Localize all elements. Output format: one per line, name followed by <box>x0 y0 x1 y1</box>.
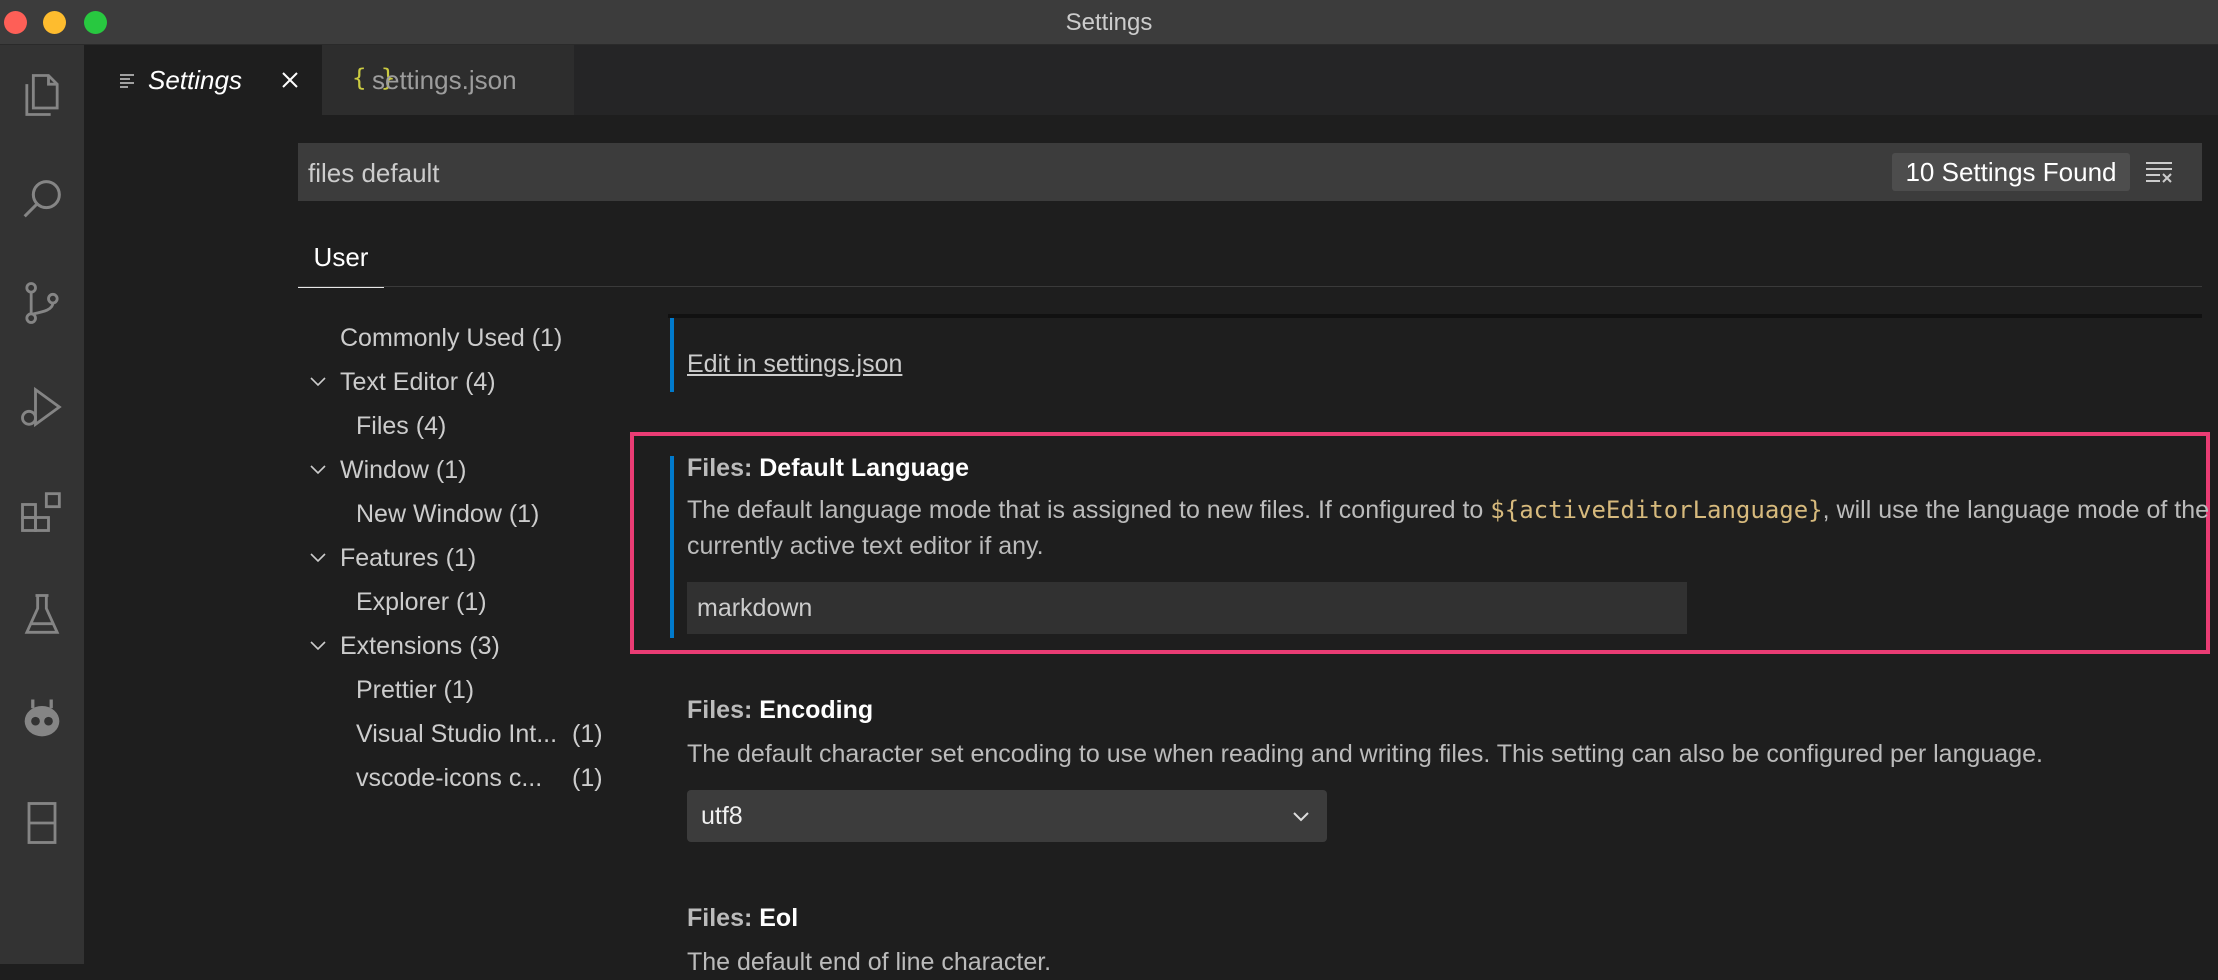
tab-json-label: settings.json <box>372 65 517 95</box>
encoding-select-value: utf8 <box>701 801 743 830</box>
toc-item-files[interactable]: Files (4) <box>356 412 446 441</box>
chevron-down-icon[interactable] <box>307 547 329 569</box>
toc-item-extensions[interactable]: Extensions (3) <box>340 632 500 661</box>
setting-description-encoding: The default character set encoding to us… <box>687 740 2043 768</box>
setting-description-default-language: The default language mode that is assign… <box>687 496 2210 560</box>
encoding-select[interactable]: utf8 <box>687 790 1327 842</box>
scroll-shadow <box>668 314 2202 318</box>
scope-divider <box>298 286 2202 287</box>
activity-bar <box>0 45 84 964</box>
edit-in-settings-json-link[interactable]: Edit in settings.json <box>687 350 902 379</box>
result-count-badge: 10 Settings Found <box>1892 153 2130 191</box>
toc-item-visual-studio-int[interactable]: Visual Studio Int... <box>356 720 557 749</box>
source-control-icon[interactable] <box>12 273 72 333</box>
toc-count: (1) <box>572 720 603 748</box>
focus-indicator-bar <box>670 318 674 392</box>
toc-item-window[interactable]: Window (1) <box>340 456 466 485</box>
chevron-down-icon[interactable] <box>307 371 329 393</box>
scope-tab-user[interactable]: User <box>298 228 384 288</box>
window-title: Settings <box>1065 9 1153 36</box>
tab-settings-json[interactable]: { } settings.json <box>322 45 574 115</box>
toc-item-text-editor[interactable]: Text Editor (4) <box>340 368 496 397</box>
toc-item-features[interactable]: Features (1) <box>340 544 476 573</box>
extensions-icon[interactable] <box>12 481 72 541</box>
settings-search-box: 10 Settings Found <box>298 143 2202 203</box>
layout-icon[interactable] <box>12 793 72 853</box>
tab-bar: Settings { } settings.json <box>84 45 2218 115</box>
tab-settings-label: Settings <box>148 65 242 95</box>
settings-search-input[interactable] <box>306 143 1870 203</box>
toc-item-explorer[interactable]: Explorer (1) <box>356 588 487 617</box>
clear-filter-icon[interactable] <box>2144 157 2174 187</box>
files-icon[interactable] <box>12 65 72 125</box>
toc-item-commonly-used[interactable]: Commonly Used (1) <box>340 324 562 353</box>
testing-icon[interactable] <box>12 585 72 645</box>
setting-title-default-language: Files: Default Language <box>687 454 969 482</box>
chevron-down-icon[interactable] <box>307 635 329 657</box>
title-bar: Settings <box>0 0 2218 45</box>
toc-item-vscode-icons[interactable]: vscode-icons c... <box>356 764 542 793</box>
close-icon[interactable] <box>280 70 300 90</box>
settings-lines-icon <box>120 74 134 88</box>
default-language-input[interactable] <box>687 582 1687 634</box>
chevron-down-icon[interactable] <box>307 459 329 481</box>
code-token: ${activeEditorLanguage} <box>1490 496 1823 524</box>
chevron-down-icon <box>1293 812 1309 822</box>
focus-indicator-bar <box>670 456 674 638</box>
search-icon[interactable] <box>12 169 72 229</box>
setting-title-encoding: Files: Encoding <box>687 696 874 724</box>
setting-title-eol: Files: Eol <box>687 904 799 932</box>
toc-item-new-window[interactable]: New Window (1) <box>356 500 539 529</box>
tab-settings[interactable]: Settings <box>84 45 322 115</box>
setting-description-eol: The default end of line character. <box>687 948 1052 976</box>
toc-count: (1) <box>572 764 603 792</box>
run-debug-icon[interactable] <box>12 377 72 437</box>
toc-item-prettier[interactable]: Prettier (1) <box>356 676 474 705</box>
alien-icon[interactable] <box>12 689 72 749</box>
